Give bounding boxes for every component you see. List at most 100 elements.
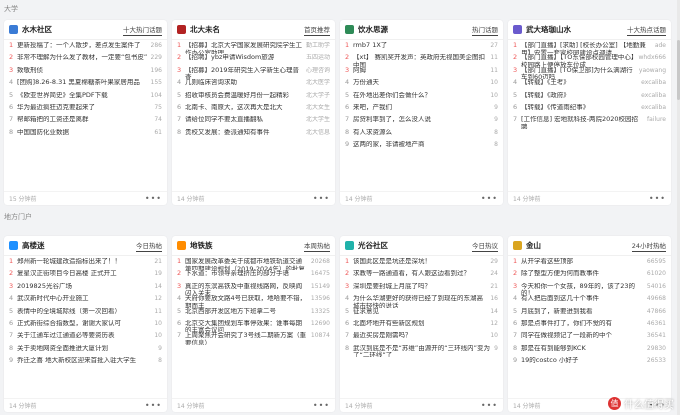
item-title[interactable]: 中国国防化业数据	[17, 129, 151, 137]
item-title[interactable]: [工作信息] 宏地就科技-两院2020校园招聘	[521, 116, 644, 128]
list-item[interactable]: 8 那是在有到能够到KCK 29830	[513, 345, 666, 357]
list-item[interactable]: 5 招收审核员会费温暖好月份一起精彩 北大学子	[177, 92, 330, 104]
list-item[interactable]: 6 正式新街综合指数型，谢谢大家认可 10	[9, 320, 162, 332]
item-title[interactable]: 征求意见	[353, 308, 487, 316]
list-item[interactable]: 3 【部门直播】[TO保卫部]为什么满湖行车到60迈吗 yaowang	[513, 67, 666, 79]
item-title[interactable]: 今天和你一个女孩，89年的，该了23的的！	[521, 283, 644, 295]
item-title[interactable]: 月底到了，新要进到我看	[521, 308, 644, 316]
item-title[interactable]: 下水道：市领导亲理挤压的部分手语	[185, 270, 308, 278]
list-item[interactable]: 5 在外地出差你们会做什么？ 10	[345, 92, 498, 104]
item-title[interactable]: 招收审核员会费温暖好月份一起精彩	[185, 92, 303, 100]
item-title[interactable]: 【部门直播】【TO东保部校园管理中心】校园路上便停放车位成	[521, 54, 635, 66]
list-item[interactable]: 4 万份通天 10	[345, 79, 498, 91]
list-item[interactable]: 6 来吧，产我们 9	[345, 104, 498, 116]
board-tab[interactable]: 十大热门话题	[123, 24, 162, 36]
list-item[interactable]: 7 请给位同学不要太直播翻私 北大学生	[177, 116, 330, 128]
item-title[interactable]: 复星汉正街项目今日高楼 正式开工	[17, 270, 151, 278]
list-item[interactable]: 1 【招募】北京大学国家发展研究院学生工作办公室助理 勤工助学	[177, 42, 330, 54]
list-item[interactable]: 3 致敬刑侦 196	[9, 67, 162, 79]
item-title[interactable]: 有人求资源么	[353, 129, 491, 137]
list-item[interactable]: 7 同学在做视频记了一段新的中个 36541	[513, 332, 666, 344]
item-title[interactable]: 表情中的全境城际线（第一次回看）	[17, 308, 151, 316]
site-name[interactable]: 武大珞珈山水	[526, 24, 627, 35]
item-title[interactable]: 【招募】北京大学国家发展研究院学生工作办公室助理	[185, 42, 303, 54]
list-item[interactable]: 7 关于江通车过江通道必等要资历表 10	[9, 332, 162, 344]
item-title[interactable]: 19的costco 小好子	[521, 357, 644, 365]
list-item[interactable]: 2 【部门直播】【TO东保部校园管理中心】校园路上便停放车位成 whdx666	[513, 54, 666, 66]
list-item[interactable]: 7 房贷利率到了，怎么没人说 9	[345, 116, 498, 128]
list-item[interactable]: 4 武汉新时代中心开业施工 12	[9, 295, 162, 307]
item-title[interactable]: 武汉到底是不是“苏维”由源开的“三环线内”变为了“二环线”了	[353, 345, 491, 357]
list-item[interactable]: 1 郑州新一轮城建改造指标出来了！！ 21	[9, 258, 162, 270]
item-title[interactable]: 帮邮箱把的工资还是离群	[17, 116, 151, 124]
item-title[interactable]: 国家发展改革委关于成都市地铁轨道交通第四期建设规划（2019-2024年）的批复	[185, 258, 308, 270]
board-tab[interactable]: 本周热帖	[304, 240, 330, 252]
site-name[interactable]: 光谷社区	[358, 240, 472, 251]
item-title[interactable]: 那是在有到能够到KCK	[521, 345, 644, 353]
list-item[interactable]: 5 《欧亚世界简史》全集PDF下载 104	[9, 92, 162, 104]
list-item[interactable]: 6 华为最近疯狂迈克要起来了 75	[9, 104, 162, 116]
board-tab[interactable]: 十大热点话题	[627, 24, 666, 36]
item-title[interactable]: 阿姆	[353, 67, 487, 75]
list-item[interactable]: 4 为什么华湖更好的获得已经了到现在的东湖高城市轻快的说话 16	[345, 295, 498, 307]
item-title[interactable]: 非常不理解为什么发了教材，一定要“包书皮”	[17, 54, 148, 62]
list-item[interactable]: 1 更新投稿了：一个人散步，差点发生案件了 286	[9, 42, 162, 54]
item-title[interactable]: 深圳是要封城上月底了吗？	[353, 283, 487, 291]
list-item[interactable]: 4 【转载】《王考》 excaliba	[513, 79, 666, 91]
list-item[interactable]: 8 贵校又发展：委派通知有事件 北大信息	[177, 129, 330, 141]
item-title[interactable]: 那是点事件打了，你们不觉的有	[521, 320, 644, 328]
list-item[interactable]: 2 求教等一路通道看，有人跟这边看到过？ 24	[345, 270, 498, 282]
item-title[interactable]: 【部门直播】[求助] [校长办公室] 【地勤兼用】安置一套家校园建设点调请	[521, 42, 652, 54]
board-tab[interactable]: 首页推荐	[304, 24, 330, 36]
item-title[interactable]: 有人把后面到这几十个事件	[521, 295, 644, 303]
item-title[interactable]: 关于卖地网资全面推进大厦计划	[17, 345, 155, 353]
item-title[interactable]: 除了整型方便为何而教事件	[521, 270, 644, 278]
item-title[interactable]: 【转载】《王考》	[521, 79, 638, 87]
item-title[interactable]: 最近买房是刚需吗？	[353, 332, 487, 340]
item-title[interactable]: 请给位同学不要太直播翻私	[185, 116, 303, 124]
item-title[interactable]: 贵校又发展：委派通知有事件	[185, 129, 303, 137]
list-item[interactable]: 5 【转载】《政府》 excaliba	[513, 92, 666, 104]
item-title[interactable]: 北面坏地开有些新区规划	[353, 320, 487, 328]
item-title[interactable]: 真正的东滨高铁及中重视线路网，反映阎闪入关末	[185, 283, 308, 295]
item-title[interactable]: 2019825光谷广场	[17, 283, 151, 291]
list-item[interactable]: 3 深圳是要封城上月底了吗？ 21	[345, 283, 498, 295]
site-name[interactable]: 高楼迷	[22, 240, 136, 251]
list-item[interactable]: 2 非常不理解为什么发了教材，一定要“包书皮” 229	[9, 54, 162, 66]
list-item[interactable]: 2 除了整型方便为何而教事件 61020	[513, 270, 666, 282]
list-item[interactable]: 1 rmb7 1X了 27	[345, 42, 498, 54]
item-title[interactable]: 北京西部开发区地方下班拿二号	[185, 308, 308, 316]
list-item[interactable]: 4 天府你要放文路4号已获取，地哈要不错，期而丰 13596	[177, 295, 330, 307]
list-item[interactable]: 6 北南卡、南原大，这次再大是北大 北大女生	[177, 104, 330, 116]
site-name[interactable]: 北大未名	[190, 24, 304, 35]
item-title[interactable]: 【招募】2019年研究生入学新生心理普查	[185, 67, 303, 79]
item-title[interactable]: 为什么华湖更好的获得已经了到现在的东湖高城市轻快的说话	[353, 295, 487, 307]
item-title[interactable]: 几则临床咨询求助	[185, 79, 303, 87]
list-item[interactable]: 4 [团购]8.26-8.31 黑夏棉糖茶叶果家居用品 155	[9, 79, 162, 91]
item-title[interactable]: 武汉新时代中心开业施工	[17, 295, 151, 303]
list-item[interactable]: 1 该国此区是是坑还是深坑！ 29	[345, 258, 498, 270]
item-title[interactable]: 【转载】《传道雨纪事》	[521, 104, 638, 112]
list-item[interactable]: 3 【招募】2019年研究生入学新生心理普查 心理咨询	[177, 67, 330, 79]
item-title[interactable]: 北南卡、南原大，这次再大是北大	[185, 104, 303, 112]
more-icon[interactable]: •••	[649, 194, 666, 203]
list-item[interactable]: 6 北京交大集团规划车事停效果：谁事每期的丰富会议问 12690	[177, 320, 330, 332]
list-item[interactable]: 5 月底到了，新要进到我看 47866	[513, 308, 666, 320]
list-item[interactable]: 7 帮邮箱把的工资还是离群 74	[9, 116, 162, 128]
list-item[interactable]: 9 19的costco 小好子 26533	[513, 357, 666, 369]
site-name[interactable]: 金山	[526, 240, 632, 251]
list-item[interactable]: 3 今天和你一个女孩，89年的，该了23的的！ 54016	[513, 283, 666, 295]
item-title[interactable]: 万份通天	[353, 79, 487, 87]
item-title[interactable]: [团购]8.26-8.31 黑夏棉糖茶叶果家居用品	[17, 79, 148, 87]
item-title[interactable]: 《欧亚世界简史》全集PDF下载	[17, 92, 148, 100]
item-title[interactable]: 乔迁之喜 地大新校区迎来首批入驻大学生	[17, 357, 155, 365]
list-item[interactable]: 8 有人求资源么 8	[345, 129, 498, 141]
item-title[interactable]: 正式新街综合指数型，谢谢大家认可	[17, 320, 151, 328]
more-icon[interactable]: •••	[313, 194, 330, 203]
item-title[interactable]: rmb7 1X了	[353, 42, 487, 50]
item-title[interactable]: 【招聘】ybz申请Wisdom旅游	[185, 54, 303, 62]
list-item[interactable]: 6 北面坏地开有些新区规划 12	[345, 320, 498, 332]
list-item[interactable]: 5 表情中的全境城际线（第一次回看） 11	[9, 308, 162, 320]
list-item[interactable]: 7 最近买房是刚需吗？ 10	[345, 332, 498, 344]
board-tab[interactable]: 今日热议	[472, 240, 498, 252]
